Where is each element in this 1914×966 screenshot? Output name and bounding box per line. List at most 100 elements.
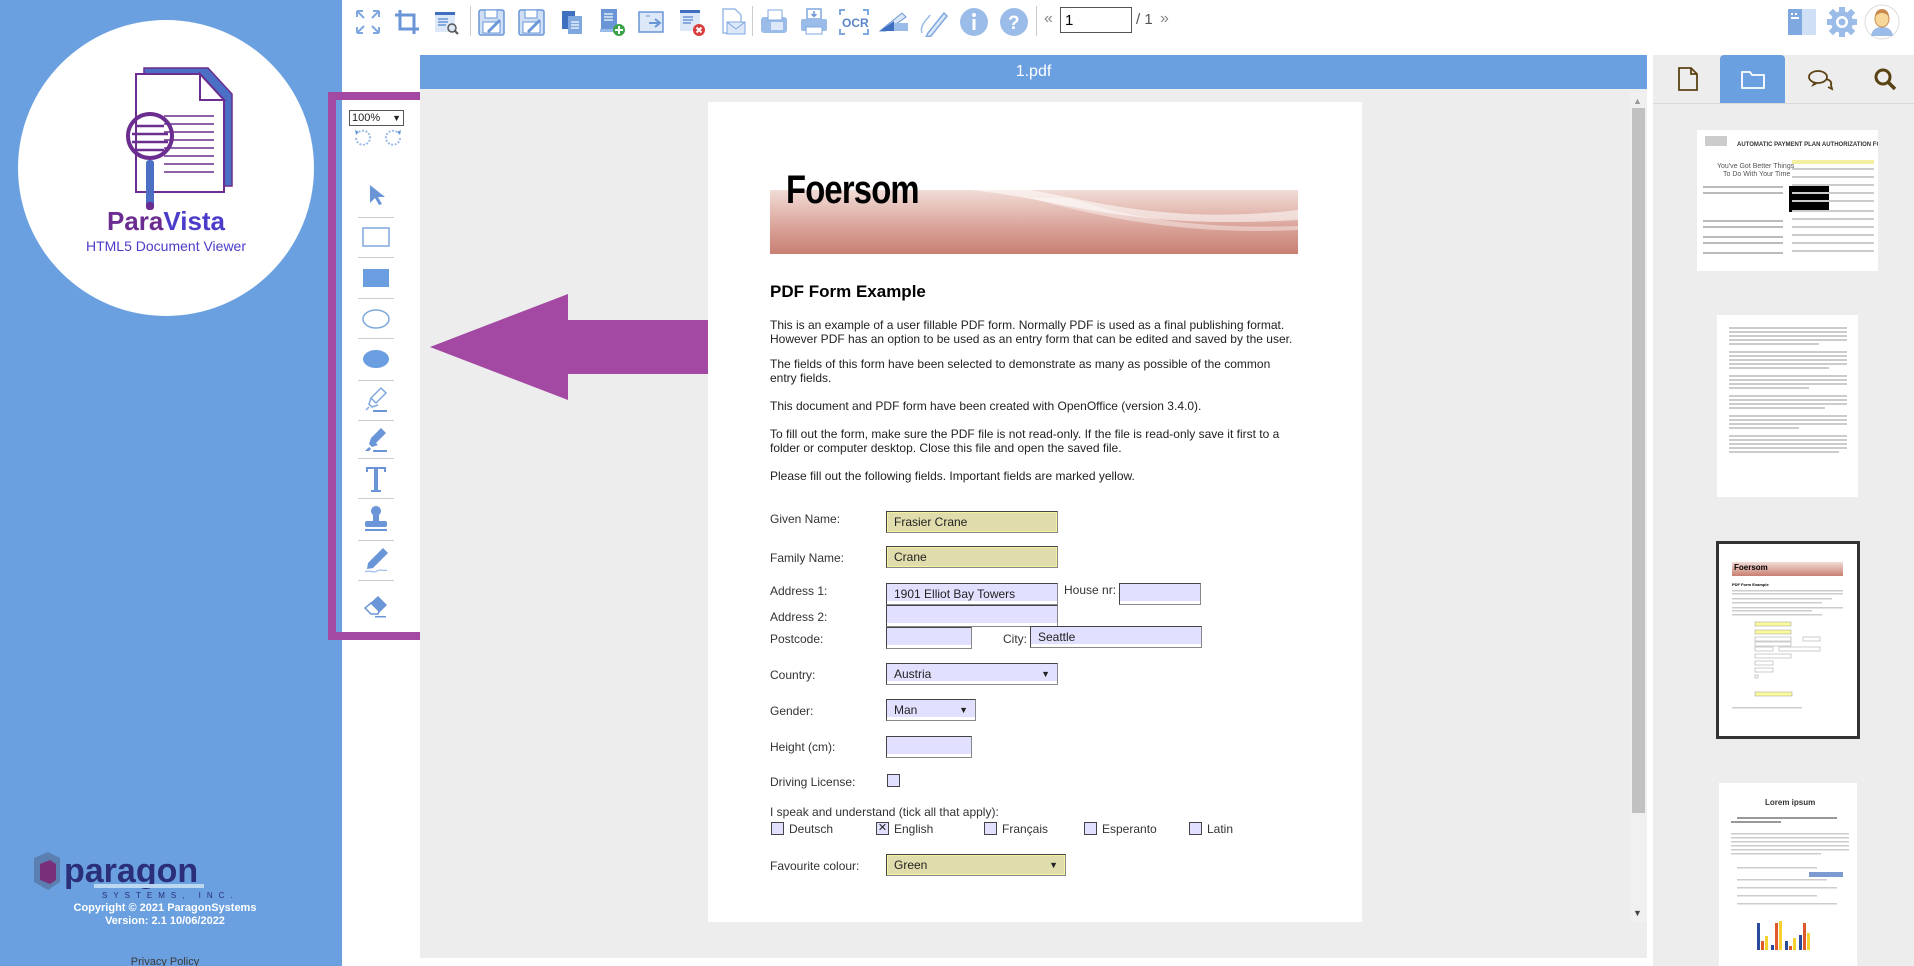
- paragon-logo: paragon SYSTEMS, INC.: [34, 852, 239, 900]
- brand-name-vista: Vista: [163, 206, 226, 236]
- paragraph: Please fill out the following fields. Im…: [770, 469, 1135, 483]
- tab-page-view[interactable]: [1655, 55, 1720, 103]
- svg-text:Lorem ipsum: Lorem ipsum: [1765, 798, 1815, 807]
- driving-license-label: Driving License:: [770, 775, 856, 789]
- thumbnail-page-3[interactable]: Foersom PDF Form Example: [1716, 541, 1860, 739]
- gender-label: Gender:: [770, 704, 814, 718]
- svg-text:AUTOMATIC PAYMENT PLAN AUTHORI: AUTOMATIC PAYMENT PLAN AUTHORIZATION FOR…: [1737, 142, 1878, 148]
- svg-text:OCR: OCR: [842, 16, 869, 30]
- text-icon[interactable]: [356, 462, 396, 496]
- freehand-pen-icon[interactable]: [356, 543, 396, 577]
- postcode-field[interactable]: [886, 627, 972, 649]
- next-page-button[interactable]: »: [1160, 10, 1169, 28]
- label-latin: Latin: [1207, 822, 1234, 836]
- checkbox-deutsch[interactable]: [771, 822, 784, 835]
- thumbnail-content: [1729, 327, 1847, 453]
- label-deutsch: Deutsch: [789, 822, 834, 836]
- eraser-icon[interactable]: [356, 590, 396, 624]
- favourite-colour-select[interactable]: Green ▼: [886, 854, 1066, 876]
- svg-text:Foersom: Foersom: [1734, 563, 1768, 572]
- svg-text:?: ?: [1008, 13, 1020, 34]
- rectangle-outline-icon[interactable]: [356, 220, 396, 254]
- paragraph: This is an example of a user fillable PD…: [770, 318, 1293, 346]
- copyright-text: Copyright © 2021 ParagonSystems: [73, 902, 257, 914]
- chevron-down-icon: ▼: [1041, 669, 1050, 679]
- highlighter-outline-icon[interactable]: [356, 383, 396, 417]
- user-avatar-icon[interactable]: [1864, 4, 1900, 40]
- tool-separator: [358, 580, 394, 581]
- given-name-field[interactable]: Frasier Crane: [886, 511, 1058, 533]
- scroll-up-arrow-icon[interactable]: ▲: [1633, 96, 1642, 106]
- thumbnail-page-1[interactable]: AUTOMATIC PAYMENT PLAN AUTHORIZATION FOR…: [1697, 130, 1878, 271]
- thumbnail-chart: [1757, 921, 1810, 950]
- driving-license-checkbox[interactable]: [887, 774, 900, 787]
- stamp-icon[interactable]: [356, 502, 396, 536]
- checkbox-francais[interactable]: [984, 822, 997, 835]
- tab-search[interactable]: [1852, 55, 1914, 103]
- ocr-icon[interactable]: OCR: [838, 6, 870, 38]
- gender-value: Man: [894, 703, 918, 717]
- ellipse-outline-icon[interactable]: [356, 302, 396, 336]
- tab-folder[interactable]: [1720, 55, 1785, 103]
- logo-circle: ParaVista HTML5 Document Viewer: [18, 20, 314, 316]
- address1-field[interactable]: 1901 Elliot Bay Towers: [886, 583, 1058, 605]
- scroll-down-arrow-icon[interactable]: ▼: [1633, 908, 1642, 918]
- delete-page-icon[interactable]: [676, 6, 708, 38]
- height-field[interactable]: [886, 736, 972, 758]
- address2-field[interactable]: [886, 605, 1058, 627]
- help-icon[interactable]: ?: [998, 6, 1030, 38]
- house-nr-field[interactable]: [1119, 583, 1201, 605]
- scan-icon[interactable]: [878, 6, 910, 38]
- city-label: City:: [1003, 632, 1027, 646]
- copyright-info: Copyright © 2021 ParagonSystems Version:…: [0, 902, 330, 928]
- view-search-icon[interactable]: [430, 6, 462, 38]
- tab-comments[interactable]: [1787, 55, 1852, 103]
- export-icon[interactable]: [636, 6, 668, 38]
- page-number-input[interactable]: [1060, 7, 1132, 33]
- panel-toggle-icon[interactable]: [1786, 6, 1818, 38]
- scrollbar-thumb[interactable]: [1632, 108, 1645, 813]
- save-as-icon[interactable]: [516, 6, 548, 38]
- tool-separator: [358, 257, 394, 258]
- tool-separator: [358, 540, 394, 541]
- thumbnail-page-4[interactable]: Lorem ipsum: [1719, 783, 1857, 966]
- rotate-right-icon[interactable]: [382, 128, 404, 148]
- rotate-left-icon[interactable]: [352, 128, 374, 148]
- thumbnail-content: Lorem ipsum: [1731, 798, 1849, 950]
- document-title-bar: 1.pdf: [420, 55, 1647, 89]
- print-icon[interactable]: [798, 6, 830, 38]
- select-arrow-icon[interactable]: [356, 178, 396, 212]
- ellipse-filled-icon[interactable]: [356, 342, 396, 376]
- info-icon[interactable]: [958, 6, 990, 38]
- fax-icon[interactable]: [758, 6, 790, 38]
- checkbox-latin[interactable]: [1189, 822, 1202, 835]
- previous-page-button[interactable]: «: [1044, 10, 1053, 28]
- label-english: English: [894, 822, 934, 836]
- country-select[interactable]: Austria ▼: [886, 663, 1058, 685]
- privacy-policy-link[interactable]: Privacy Policy: [0, 956, 330, 966]
- highlighter-filled-icon[interactable]: [356, 423, 396, 457]
- annotation-arrow: [430, 294, 708, 400]
- thumbnail-page-2[interactable]: [1717, 315, 1858, 497]
- signature-icon[interactable]: [918, 6, 950, 38]
- address1-label: Address 1:: [770, 584, 828, 598]
- form-heading: PDF Form Example: [770, 282, 926, 301]
- email-icon[interactable]: [717, 6, 749, 38]
- paragon-sub: SYSTEMS, INC.: [102, 891, 239, 900]
- city-field[interactable]: Seattle: [1030, 626, 1202, 648]
- family-name-field[interactable]: Crane: [886, 546, 1058, 568]
- checkbox-esperanto[interactable]: [1084, 822, 1097, 835]
- rectangle-filled-icon[interactable]: [356, 261, 396, 295]
- tool-separator: [358, 217, 394, 218]
- fit-screen-icon[interactable]: [352, 6, 384, 38]
- gender-select[interactable]: Man ▼: [886, 699, 976, 721]
- save-edit-icon[interactable]: [476, 6, 508, 38]
- crop-icon[interactable]: [391, 6, 423, 38]
- checkbox-english[interactable]: ✕: [876, 822, 889, 835]
- postcode-label: Postcode:: [770, 632, 824, 646]
- copy-pages-icon[interactable]: [556, 6, 588, 38]
- zoom-level-select[interactable]: 100% ▼: [349, 110, 404, 126]
- languages-label: I speak and understand (tick all that ap…: [770, 805, 999, 819]
- settings-gear-icon[interactable]: [1826, 6, 1858, 38]
- add-page-icon[interactable]: [596, 6, 628, 38]
